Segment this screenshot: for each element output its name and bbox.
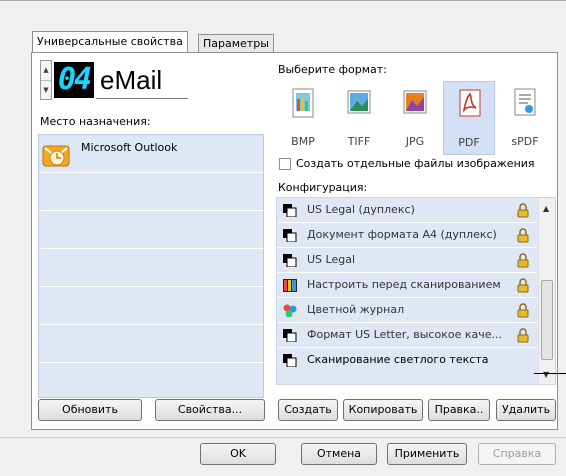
- edit-button[interactable]: Правка..: [428, 399, 490, 421]
- config-item-label: Сканирование светлого текста: [307, 353, 489, 366]
- pdf-icon: [459, 89, 481, 117]
- separate-files-checkbox[interactable]: [279, 158, 291, 170]
- properties-button[interactable]: Свойства...: [155, 399, 265, 421]
- scanner-icon: [283, 229, 297, 242]
- lock-icon: [517, 328, 529, 343]
- spdf-icon: [514, 88, 536, 116]
- config-item[interactable]: Цветной журнал: [277, 298, 537, 323]
- config-item-label: Цветной журнал: [307, 303, 405, 316]
- config-label: Конфигурация:: [278, 181, 368, 194]
- scroll-down-icon[interactable]: ▼: [543, 370, 549, 379]
- format-tiff[interactable]: TIFF: [333, 81, 385, 155]
- config-item-label: US Legal (дуплекс): [307, 203, 415, 216]
- config-item[interactable]: Документ формата А4 (дуплекс): [277, 223, 537, 248]
- configuration-list[interactable]: US Legal (дуплекс) Документ формата А4 (…: [276, 197, 556, 385]
- lock-icon: [517, 278, 529, 293]
- cancel-button[interactable]: Отмена: [301, 443, 377, 465]
- tab-parameters[interactable]: Параметры: [198, 34, 274, 52]
- divider: [0, 437, 566, 438]
- lock-icon: [517, 203, 529, 218]
- destination-counter: ▲ ▼ 04 eMail: [40, 60, 188, 102]
- list-item: [39, 249, 263, 287]
- spin-down-icon[interactable]: ▼: [41, 81, 51, 100]
- scanner-icon: [283, 254, 297, 267]
- config-item-label: Формат US Letter, высокое каче...: [307, 328, 502, 341]
- list-item: [39, 211, 263, 249]
- jpg-icon: [403, 90, 427, 114]
- config-item-label: US Legal: [307, 253, 356, 266]
- destination-label: Место назначения:: [40, 115, 151, 128]
- help-button[interactable]: Справка: [478, 443, 556, 465]
- selected-destination-name: eMail: [100, 65, 163, 95]
- config-scrollbar[interactable]: ▲ ▼: [538, 198, 555, 384]
- color-magazine-icon: [283, 304, 297, 317]
- config-item-label: Документ формата А4 (дуплекс): [307, 228, 497, 241]
- divider: [96, 98, 188, 99]
- format-jpg[interactable]: JPG: [389, 81, 441, 155]
- destination-item-outlook[interactable]: Microsoft Outlook: [39, 135, 263, 173]
- format-tiff-label: TIFF: [347, 135, 371, 148]
- config-item[interactable]: Настроить перед сканированием: [277, 273, 537, 298]
- scrollbar-thumb[interactable]: [541, 280, 553, 360]
- separate-files-label: Создать отдельные файлы изображения: [296, 157, 535, 170]
- format-label: Выберите формат:: [278, 63, 387, 76]
- ok-button[interactable]: OK: [200, 443, 276, 465]
- dialog-window: Универсальные свойства Параметры ▲ ▼ 04 …: [0, 0, 566, 476]
- scanner-icon: [283, 329, 297, 342]
- spin-up-icon[interactable]: ▲: [41, 61, 51, 81]
- scanner-icon: [283, 354, 297, 367]
- scanner-icon: [283, 204, 297, 217]
- lock-icon: [517, 253, 529, 268]
- tiff-icon: [347, 90, 371, 114]
- outlook-icon: [42, 145, 70, 167]
- config-item[interactable]: US Legal (дуплекс): [277, 198, 537, 223]
- lock-icon: [517, 303, 529, 318]
- callout-line: [534, 373, 566, 374]
- apply-button[interactable]: Применить: [387, 443, 467, 465]
- config-item-label: Настроить перед сканированием: [307, 278, 501, 291]
- format-pdf[interactable]: PDF: [443, 81, 495, 155]
- config-item[interactable]: US Legal: [277, 248, 537, 273]
- list-item: [39, 173, 263, 211]
- create-button[interactable]: Создать: [278, 399, 338, 421]
- format-spdf[interactable]: sPDF: [499, 81, 551, 155]
- lock-icon: [517, 228, 529, 243]
- palette-icon: [283, 279, 297, 292]
- refresh-button[interactable]: Обновить: [38, 399, 142, 421]
- copy-button[interactable]: Копировать: [343, 399, 423, 421]
- destination-list[interactable]: Microsoft Outlook: [38, 134, 264, 401]
- counter-spinner[interactable]: ▲ ▼: [40, 60, 52, 100]
- list-item: [39, 325, 263, 363]
- format-spdf-label: sPDF: [511, 135, 539, 148]
- format-bmp[interactable]: BMP: [277, 81, 329, 155]
- format-jpg-label: JPG: [405, 135, 425, 148]
- tab-universal-properties[interactable]: Универсальные свойства: [32, 31, 188, 52]
- format-bmp-label: BMP: [291, 135, 315, 148]
- config-item-selected[interactable]: Сканирование светлого текста: [277, 348, 537, 373]
- list-item: [39, 363, 263, 401]
- config-item[interactable]: Формат US Letter, высокое каче...: [277, 323, 537, 348]
- bmp-icon: [292, 88, 314, 118]
- delete-button[interactable]: Удалить: [496, 399, 556, 421]
- destination-item-label: Microsoft Outlook: [81, 141, 178, 154]
- counter-display: 04: [54, 62, 94, 98]
- format-pdf-label: PDF: [458, 136, 480, 149]
- scroll-up-icon[interactable]: ▲: [543, 204, 549, 213]
- format-selector: BMP TIFF JPG PDF sPDF: [277, 81, 555, 155]
- list-item: [39, 287, 263, 325]
